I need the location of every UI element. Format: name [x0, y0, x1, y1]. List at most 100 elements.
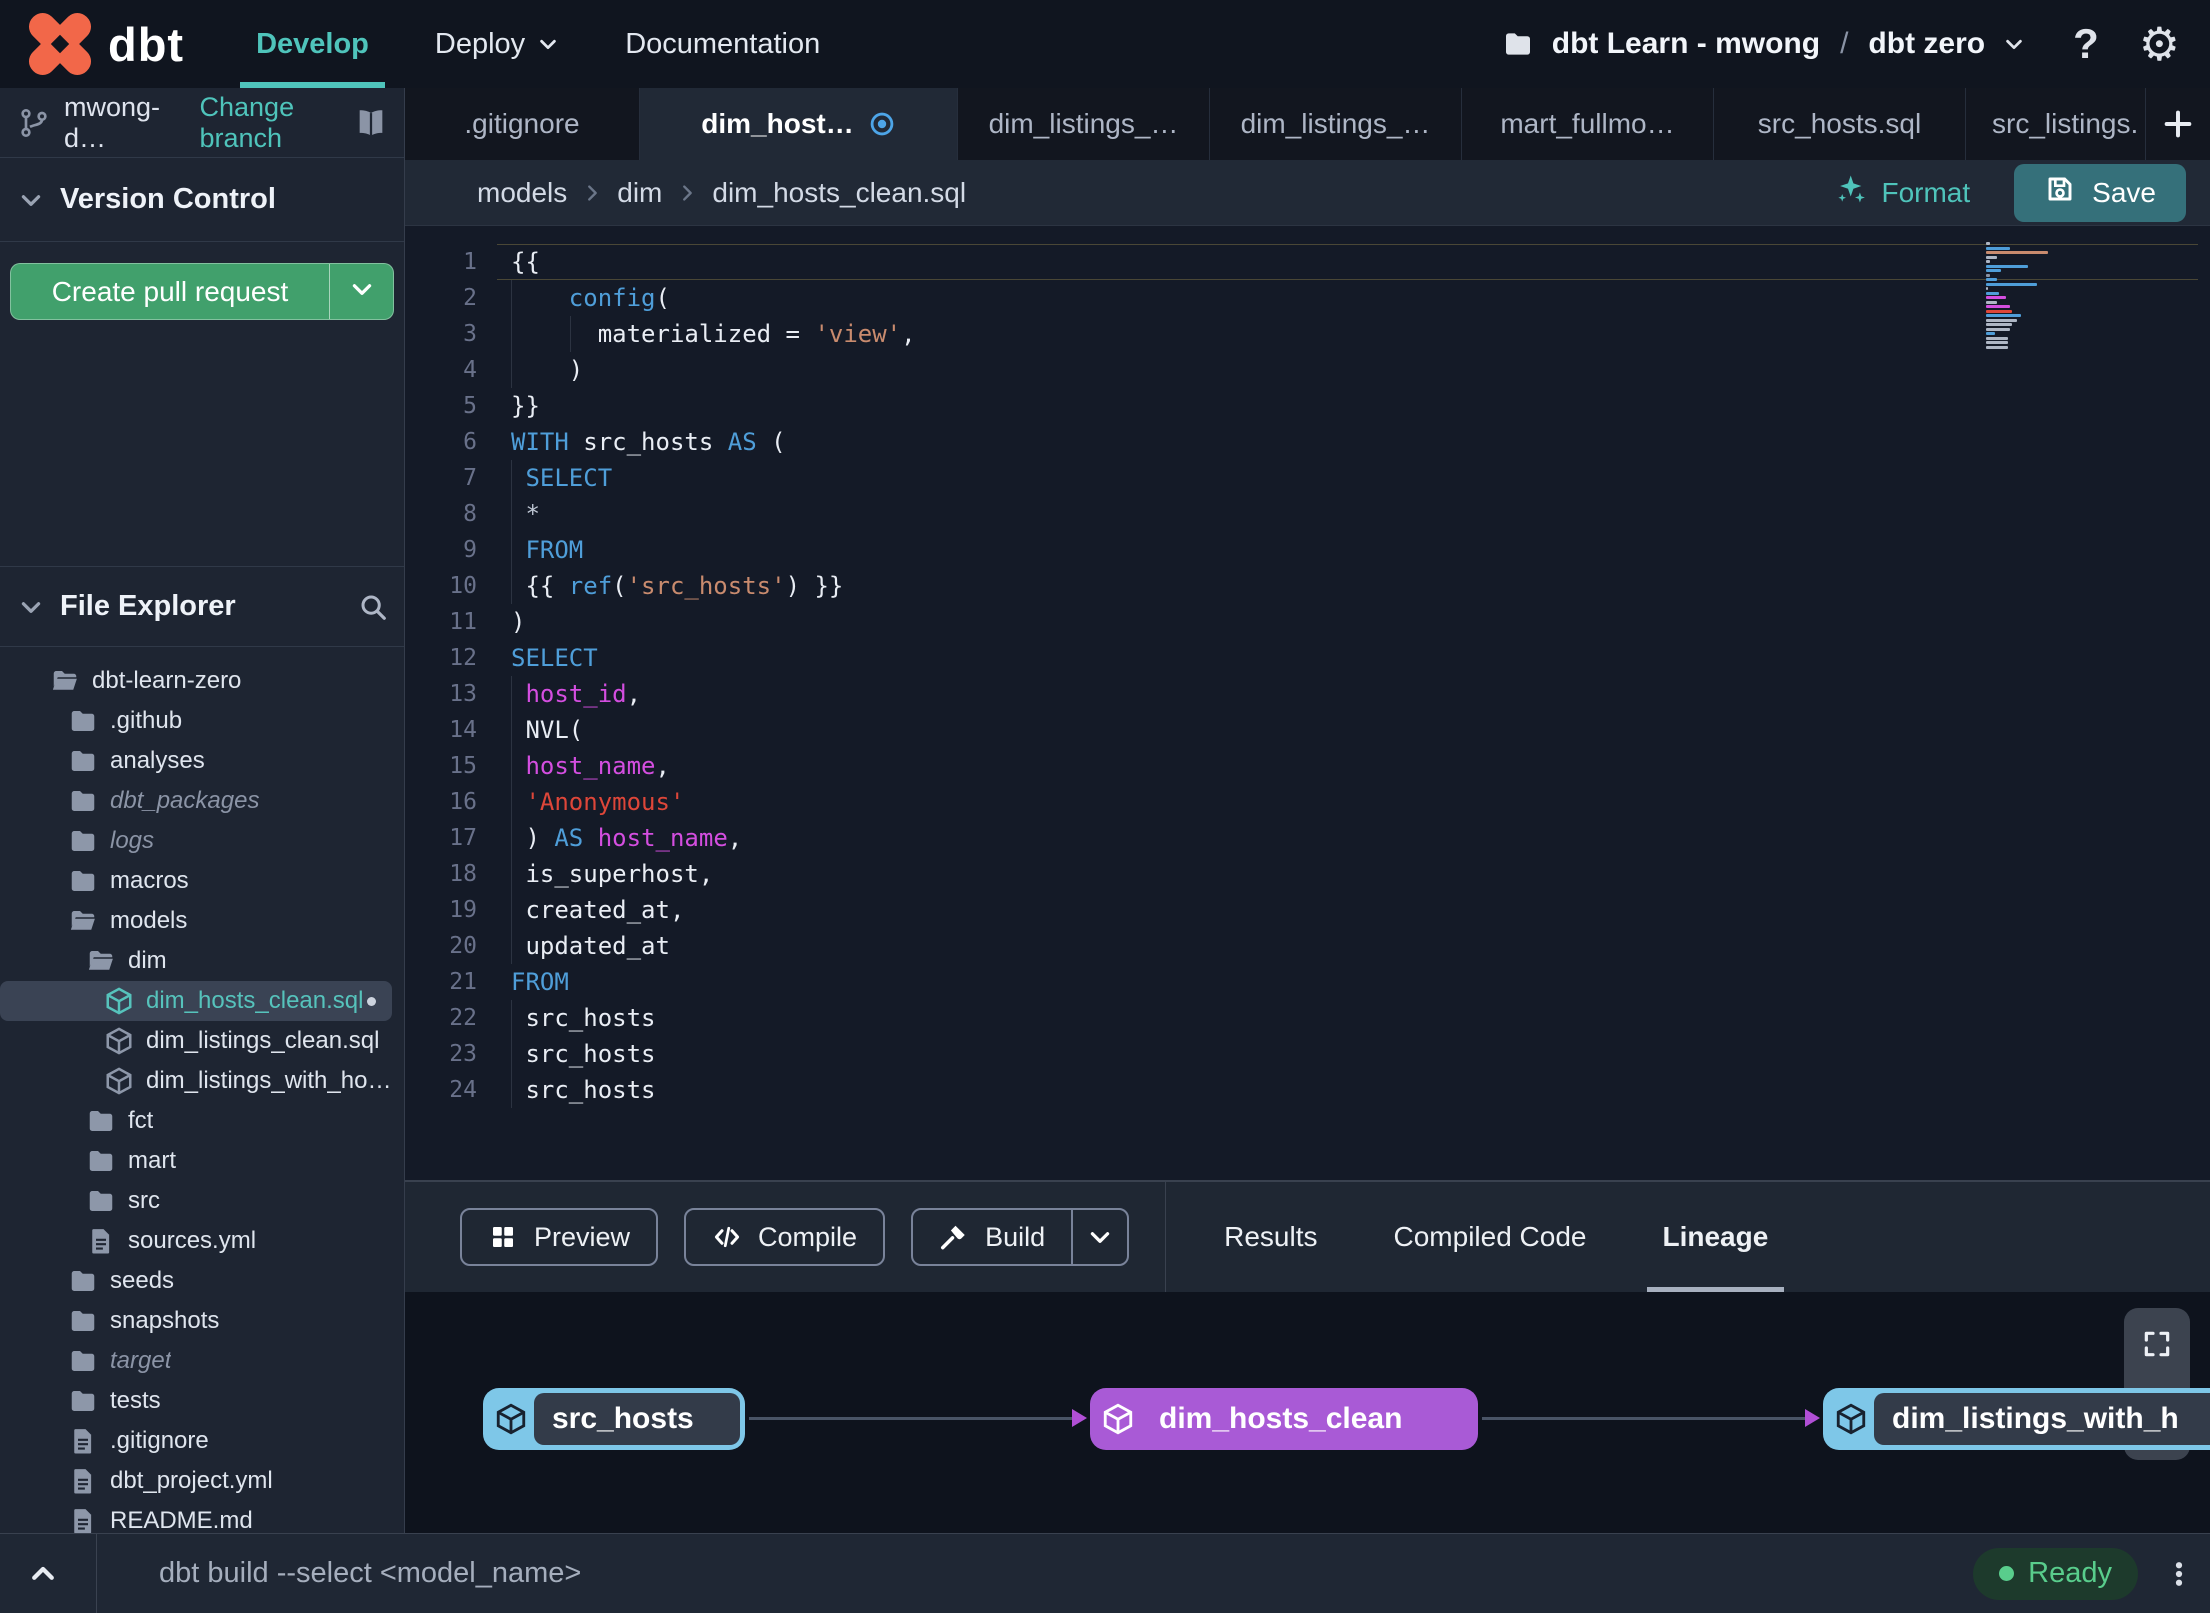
lineage-node-label: src_hosts	[534, 1393, 740, 1445]
tree-item-label: snapshots	[110, 1307, 220, 1334]
chevron-down-icon	[537, 33, 559, 55]
tab-label: mart_fullmo…	[1500, 108, 1675, 139]
tree-item[interactable]: analyses	[0, 741, 392, 781]
code-line[interactable]: 8 *	[405, 496, 2210, 532]
tree-item[interactable]: dim_listings_with_hosts…	[0, 1061, 392, 1101]
tree-item[interactable]: sources.yml	[0, 1221, 392, 1261]
chevron-up-icon[interactable]	[28, 1559, 58, 1589]
file-icon	[68, 1506, 98, 1533]
code-line[interactable]: 13 host_id,	[405, 676, 2210, 712]
code-line[interactable]: 16 'Anonymous'	[405, 784, 2210, 820]
editor-tabbar: .gitignore dim_host… dim_listings_… dim_lis…	[405, 88, 2210, 160]
kebab-menu-icon[interactable]	[2164, 1559, 2194, 1589]
gear-icon[interactable]: ⚙	[2139, 21, 2180, 67]
code-line[interactable]: 17 ) AS host_name,	[405, 820, 2210, 856]
tree-item[interactable]: snapshots	[0, 1301, 392, 1341]
format-button[interactable]: Format	[1833, 172, 1970, 213]
change-branch-link[interactable]: Change branch	[200, 92, 355, 154]
tab-results[interactable]: Results	[1224, 1182, 1317, 1292]
code-line[interactable]: 18 is_superhost,	[405, 856, 2210, 892]
modified-dot-icon	[367, 996, 376, 1006]
docs-book-icon[interactable]	[354, 106, 388, 140]
dbt-logo[interactable]: dbt	[23, 7, 184, 81]
editor-tab[interactable]: mart_fullmo…	[1462, 88, 1714, 160]
editor-tab[interactable]: dim_listings_…	[958, 88, 1210, 160]
tree-item[interactable]: .github	[0, 701, 392, 741]
create-pull-request-button[interactable]: Create pull request	[10, 263, 394, 320]
build-button[interactable]: Build	[911, 1208, 1130, 1266]
code-line[interactable]: 14 NVL(	[405, 712, 2210, 748]
tree-item[interactable]: dim_listings_clean.sql	[0, 1021, 392, 1061]
code-line[interactable]: 6 WITH src_hosts AS (	[405, 424, 2210, 460]
breadcrumb-dim[interactable]: dim	[617, 177, 662, 209]
code-line[interactable]: 9 FROM	[405, 532, 2210, 568]
tree-item[interactable]: tests	[0, 1381, 392, 1421]
command-input[interactable]: dbt build --select <model_name>	[159, 1557, 581, 1590]
editor-tab[interactable]: src_listings.	[1966, 88, 2146, 160]
tree-item[interactable]: models	[0, 901, 392, 941]
editor-tab[interactable]: dim_host…	[640, 88, 958, 160]
tree-item[interactable]: dbt-learn-zero	[0, 661, 392, 701]
lineage-canvas[interactable]: src_hosts dim_hosts_clean dim_listings_wit…	[405, 1292, 2210, 1533]
minimap[interactable]	[1986, 242, 2062, 350]
code-line[interactable]: 3 materialized = 'view',	[405, 316, 2210, 352]
new-tab-button[interactable]	[2146, 88, 2210, 160]
code-line[interactable]: 7 SELECT	[405, 460, 2210, 496]
code-line[interactable]: 11)	[405, 604, 2210, 640]
nav-item-develop[interactable]: Develop	[240, 0, 385, 88]
file-explorer-header[interactable]: File Explorer	[0, 567, 404, 647]
project-switcher[interactable]: dbt Learn - mwong / dbt zero	[1502, 27, 2025, 61]
tree-item[interactable]: dim	[0, 941, 392, 981]
breadcrumb-file[interactable]: dim_hosts_clean.sql	[712, 177, 966, 209]
lineage-node-dim_listings_with_h[interactable]: dim_listings_with_h	[1823, 1388, 2210, 1450]
tree-item[interactable]: src	[0, 1181, 392, 1221]
editor-tab[interactable]: dim_listings_…	[1210, 88, 1462, 160]
breadcrumb-models[interactable]: models	[477, 177, 567, 209]
tree-item-label: dim_listings_clean.sql	[146, 1027, 380, 1054]
code-line[interactable]: 2 config(	[405, 280, 2210, 316]
code-line[interactable]: 1{{	[405, 244, 2210, 280]
search-icon[interactable]	[358, 592, 388, 622]
tree-item[interactable]: README.md	[0, 1501, 392, 1533]
tree-item[interactable]: dbt_packages	[0, 781, 392, 821]
code-line[interactable]: 10 {{ ref('src_hosts') }}	[405, 568, 2210, 604]
help-icon[interactable]: ?	[2073, 20, 2099, 68]
folder-icon	[68, 826, 98, 856]
code-line[interactable]: 24 src_hosts	[405, 1072, 2210, 1108]
fullscreen-icon[interactable]	[2141, 1328, 2173, 1360]
tree-item[interactable]: mart	[0, 1141, 392, 1181]
code-line[interactable]: 19 created_at,	[405, 892, 2210, 928]
code-editor[interactable]: 1{{2 config(3 materialized = 'view', 4 ) 5…	[405, 226, 2210, 1180]
tree-item[interactable]: .gitignore	[0, 1421, 392, 1461]
tree-item[interactable]: macros	[0, 861, 392, 901]
code-line[interactable]: 4 )	[405, 352, 2210, 388]
tree-item[interactable]: target	[0, 1341, 392, 1381]
code-line[interactable]: 23 src_hosts	[405, 1036, 2210, 1072]
version-control-header[interactable]: Version Control	[0, 158, 404, 242]
tree-item[interactable]: dbt_project.yml	[0, 1461, 392, 1501]
editor-tab[interactable]: src_hosts.sql	[1714, 88, 1966, 160]
tree-item[interactable]: dim_hosts_clean.sql	[0, 981, 392, 1021]
editor-tab[interactable]: .gitignore	[405, 88, 640, 160]
code-line[interactable]: 15 host_name,	[405, 748, 2210, 784]
create-pr-dropdown[interactable]	[329, 264, 393, 319]
tree-item[interactable]: fct	[0, 1101, 392, 1141]
tab-lineage[interactable]: Lineage	[1646, 1182, 1785, 1292]
chevron-down-icon	[349, 276, 375, 307]
nav-item-documentation[interactable]: Documentation	[625, 0, 820, 88]
nav-item-deploy[interactable]: Deploy	[435, 0, 559, 88]
compile-button[interactable]: Compile	[684, 1208, 886, 1266]
lineage-node-src_hosts[interactable]: src_hosts	[483, 1388, 745, 1450]
tree-item[interactable]: logs	[0, 821, 392, 861]
code-line[interactable]: 22 src_hosts	[405, 1000, 2210, 1036]
tab-compiled-code[interactable]: Compiled Code	[1394, 1182, 1587, 1292]
lineage-node-dim_hosts_clean[interactable]: dim_hosts_clean	[1090, 1388, 1478, 1450]
tree-item[interactable]: seeds	[0, 1261, 392, 1301]
code-line[interactable]: 12 SELECT	[405, 640, 2210, 676]
code-line[interactable]: 21 FROM	[405, 964, 2210, 1000]
build-options-dropdown[interactable]	[1071, 1210, 1127, 1264]
code-line[interactable]: 20 updated_at	[405, 928, 2210, 964]
save-button[interactable]: Save	[2014, 163, 2186, 222]
code-line[interactable]: 5}}	[405, 388, 2210, 424]
preview-button[interactable]: Preview	[460, 1208, 659, 1266]
